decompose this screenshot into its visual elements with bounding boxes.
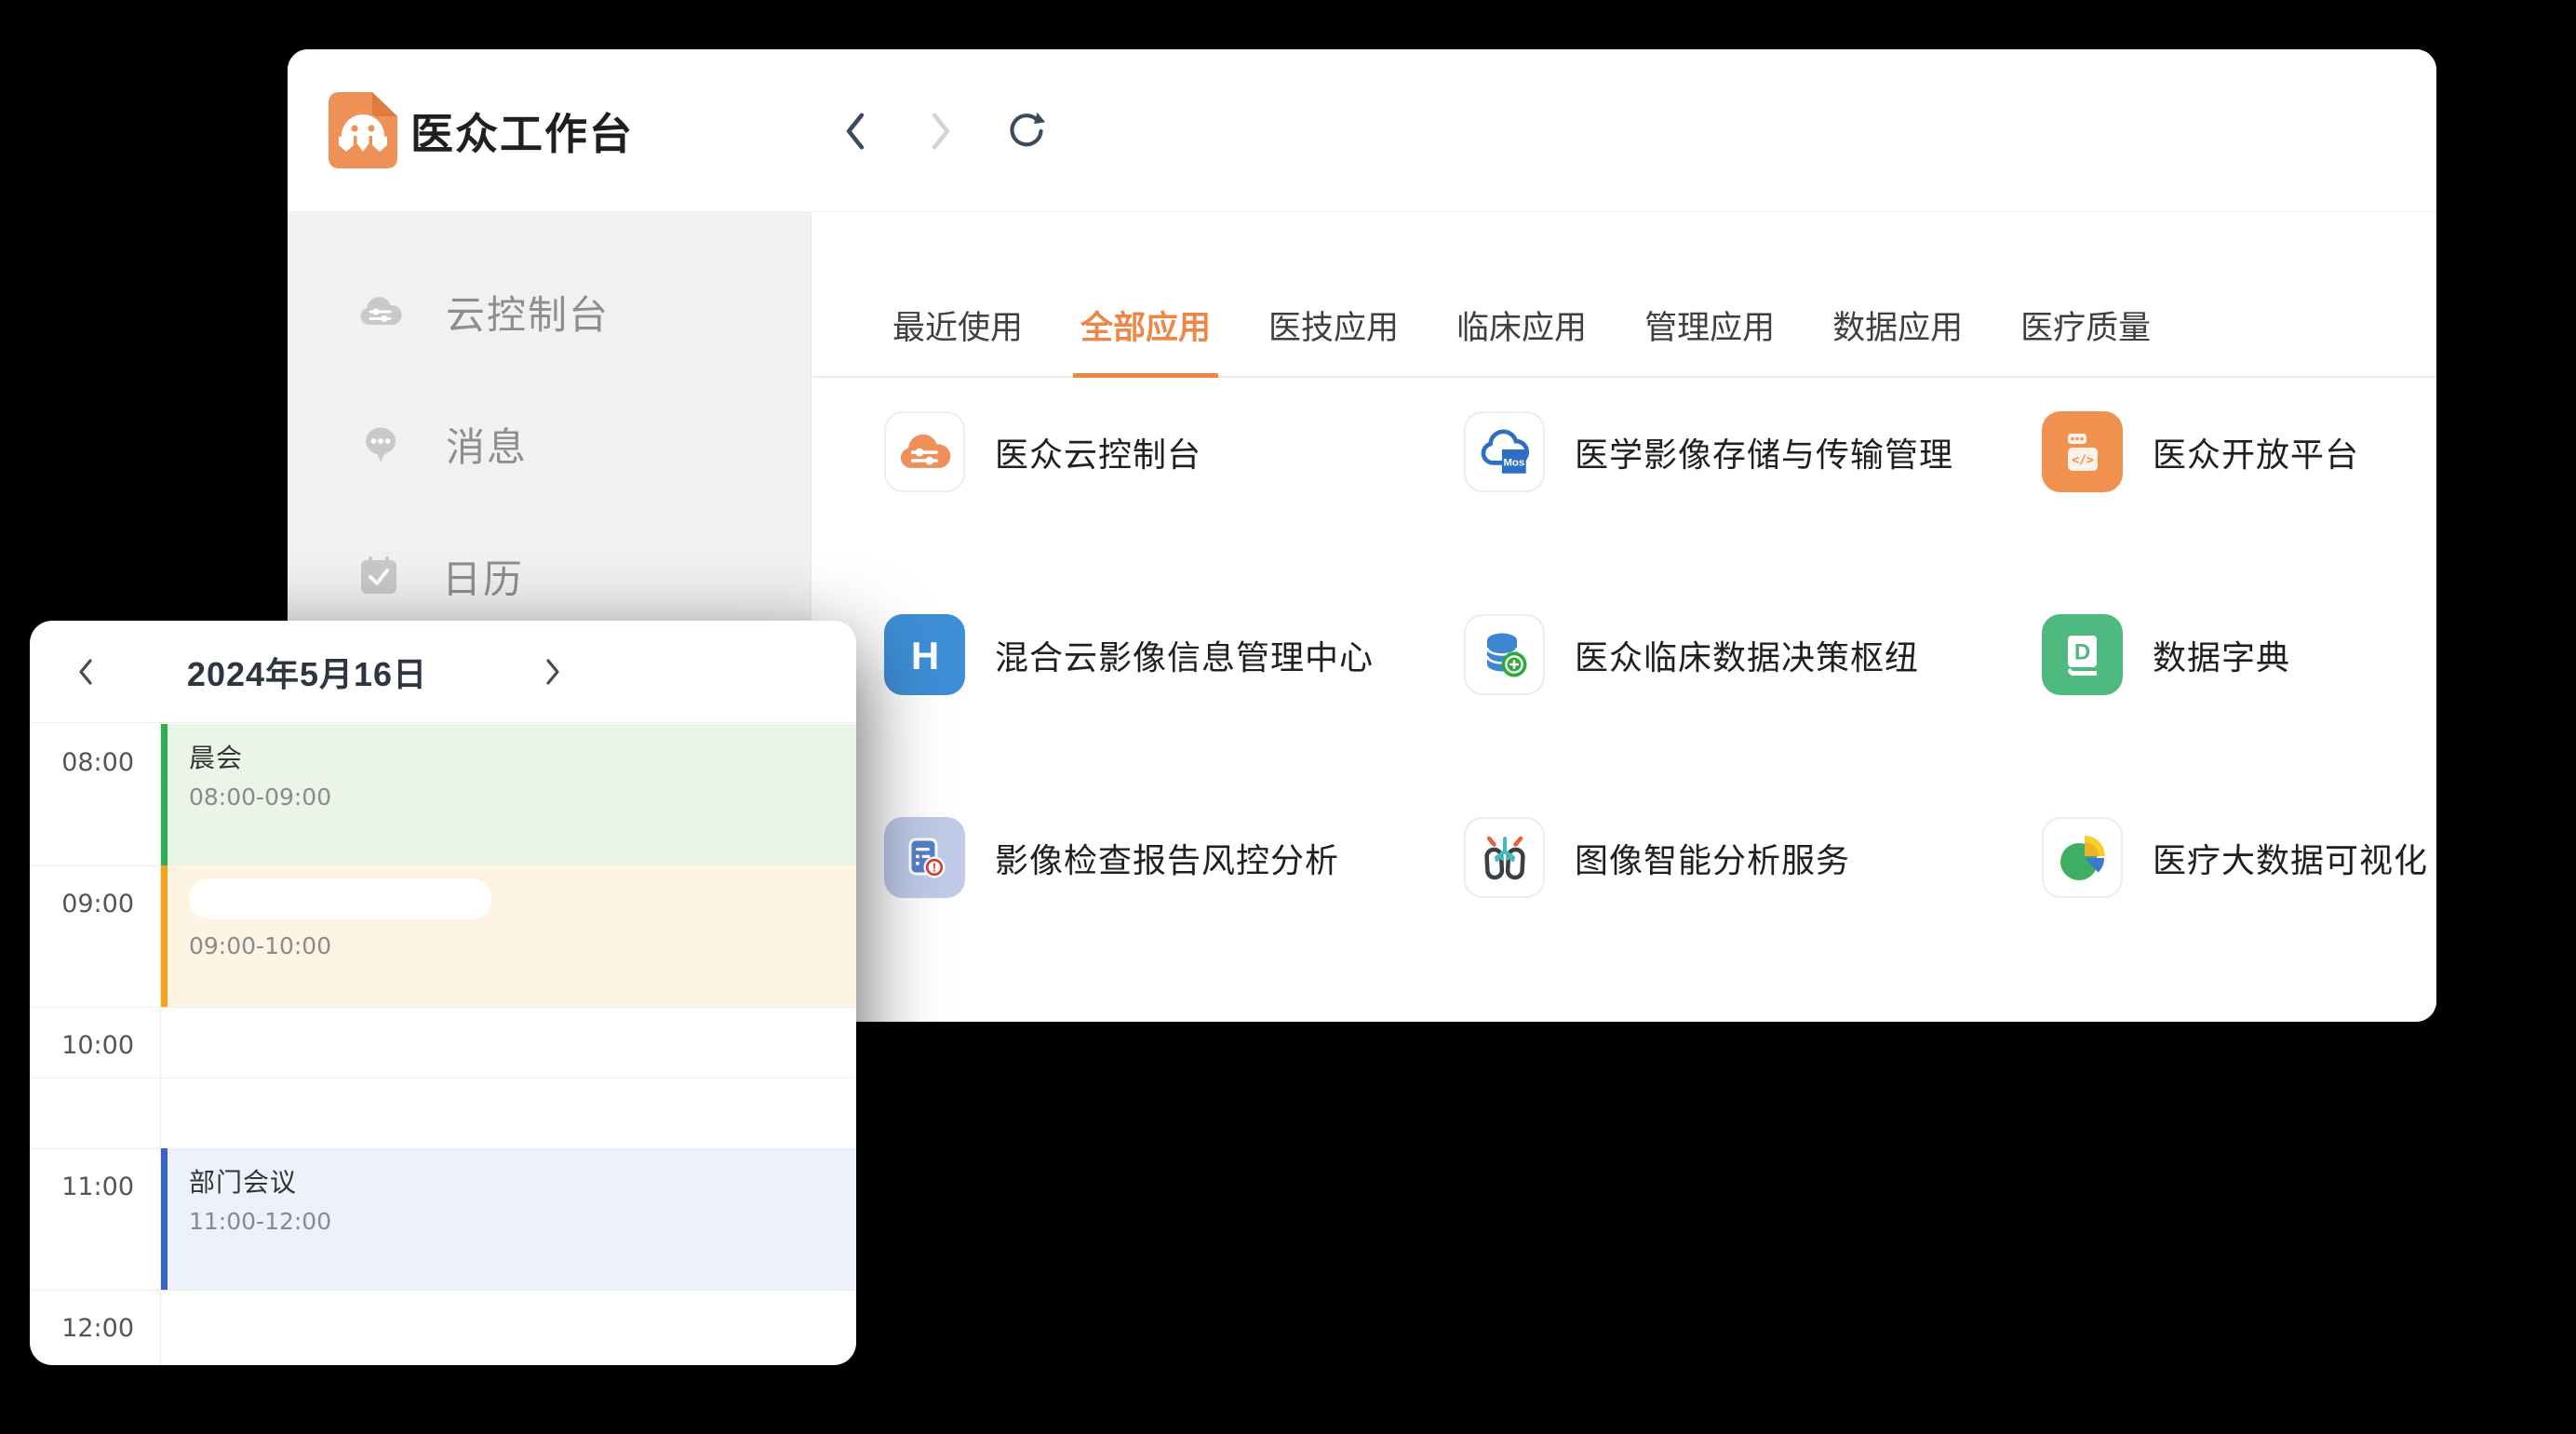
calendar-event-redacted[interactable]: 09:00-10:00	[161, 865, 856, 1007]
app-item-clinical-data-hub[interactable]: 医众临床数据决策枢纽	[1464, 614, 2042, 695]
hour-label: 10:00	[30, 1031, 160, 1060]
hour-gridline	[30, 1007, 856, 1008]
tab-all-apps[interactable]: 全部应用	[1073, 302, 1218, 378]
hour-label: 12:00	[30, 1314, 160, 1343]
calendar-event-department-meeting[interactable]: 部门会议 11:00-12:00	[161, 1148, 856, 1290]
app-grid: 医众云控制台 Mos 医学影像存储与传输管理	[812, 378, 2436, 898]
tab-data[interactable]: 数据应用	[1825, 302, 1970, 378]
window-header: 医众工作台	[288, 49, 2436, 212]
hour-gridline	[30, 1290, 856, 1291]
lungs-icon	[1464, 817, 1545, 898]
app-label: 医众开放平台	[2153, 428, 2359, 476]
calendar-grid: 08:00 09:00 10:00 11:00 12:00 晨会 08:00-0…	[30, 724, 856, 1365]
app-item-hybrid-cloud-imaging[interactable]: H 混合云影像信息管理中心	[884, 614, 1464, 695]
app-label: 数据字典	[2153, 631, 2290, 679]
sidebar-item-label: 消息	[446, 416, 528, 473]
tab-quality[interactable]: 医疗质量	[2013, 302, 2158, 378]
svg-text:D: D	[2073, 639, 2089, 664]
event-time: 09:00-10:00	[189, 932, 856, 959]
calendar-day-view: 2024年5月16日 08:00 09:00 10:00 11:00 12:00…	[30, 621, 856, 1365]
chevron-left-icon	[841, 110, 869, 153]
event-title-redacted	[189, 878, 491, 919]
svg-text:</>: </>	[2072, 453, 2094, 467]
cloud-sliders-icon	[358, 294, 403, 329]
event-time: 08:00-09:00	[189, 784, 856, 811]
hour-label: 08:00	[30, 748, 160, 777]
sidebar-item-messages[interactable]: 消息	[288, 378, 811, 510]
pie-chart-icon	[2042, 817, 2123, 898]
sidebar-item-label: 云控制台	[446, 284, 610, 341]
app-label: 医疗大数据可视化	[2153, 834, 2428, 882]
calendar-date-label: 2024年5月16日	[130, 621, 484, 723]
report-alert-icon: !	[884, 817, 965, 898]
app-label: 医学影像存储与传输管理	[1575, 428, 1953, 476]
app-logo-icon	[329, 92, 397, 168]
refresh-button[interactable]	[1004, 103, 1049, 159]
forward-button[interactable]	[919, 103, 963, 159]
calendar-prev-day-button[interactable]	[56, 621, 115, 723]
app-label: 医众临床数据决策枢纽	[1575, 631, 1919, 679]
code-window-icon: </>	[2042, 411, 2123, 492]
app-item-data-dictionary[interactable]: D 数据字典	[2042, 614, 2436, 695]
app-item-image-ai-analysis[interactable]: 图像智能分析服务	[1464, 817, 2042, 898]
hour-label: 09:00	[30, 890, 160, 918]
app-item-report-risk-analysis[interactable]: ! 影像检查报告风控分析	[884, 817, 1464, 898]
main-content: 最近使用 全部应用 医技应用 临床应用 管理应用 数据应用 医疗质量	[812, 212, 2436, 1022]
app-label: 医众云控制台	[995, 428, 1201, 476]
letter-h-icon: H	[884, 614, 965, 695]
app-item-image-storage[interactable]: Mos 医学影像存储与传输管理	[1464, 411, 2042, 492]
tab-medtech[interactable]: 医技应用	[1261, 302, 1406, 378]
app-category-tabs: 最近使用 全部应用 医技应用 临床应用 管理应用 数据应用 医疗质量	[812, 212, 2436, 378]
tab-recent[interactable]: 最近使用	[885, 302, 1030, 378]
calendar-next-day-button[interactable]	[523, 621, 583, 723]
svg-text:!: !	[932, 861, 935, 874]
browser-nav	[833, 49, 1049, 212]
sidebar-item-label: 日历	[442, 548, 524, 605]
calendar-check-icon	[358, 556, 399, 596]
tab-clinical[interactable]: 临床应用	[1449, 302, 1594, 378]
chevron-right-icon	[927, 110, 955, 153]
sidebar-item-cloud-console[interactable]: 云控制台	[288, 246, 811, 378]
cloud-mos-icon: Mos	[1464, 411, 1545, 492]
app-label: 混合云影像信息管理中心	[995, 631, 1374, 679]
refresh-icon	[1005, 110, 1048, 153]
chevron-left-icon	[74, 653, 98, 690]
app-label: 图像智能分析服务	[1575, 834, 1850, 882]
app-item-open-platform[interactable]: </> 医众开放平台	[2042, 411, 2436, 492]
back-button[interactable]	[833, 103, 878, 159]
chevron-right-icon	[541, 653, 565, 690]
event-title: 晨会	[189, 743, 856, 774]
cloud-sliders-icon	[884, 411, 965, 492]
app-item-big-data-visualization[interactable]: 医疗大数据可视化	[2042, 817, 2436, 898]
event-time: 11:00-12:00	[189, 1208, 856, 1235]
half-hour-gridline	[30, 1078, 856, 1079]
database-plus-icon	[1464, 614, 1545, 695]
event-title: 部门会议	[189, 1167, 856, 1199]
calendar-event-morning-meeting[interactable]: 晨会 08:00-09:00	[161, 724, 856, 865]
app-item-cloud-console[interactable]: 医众云控制台	[884, 411, 1464, 492]
svg-text:H: H	[910, 634, 938, 677]
page-title: 医众工作台	[410, 49, 634, 212]
app-label: 影像检查报告风控分析	[995, 834, 1339, 882]
tab-management[interactable]: 管理应用	[1637, 302, 1782, 378]
chat-bubble-icon	[358, 424, 403, 463]
hour-label: 11:00	[30, 1173, 160, 1201]
svg-text:Mos: Mos	[1503, 457, 1524, 468]
calendar-header: 2024年5月16日	[30, 621, 856, 723]
dictionary-book-icon: D	[2042, 614, 2123, 695]
